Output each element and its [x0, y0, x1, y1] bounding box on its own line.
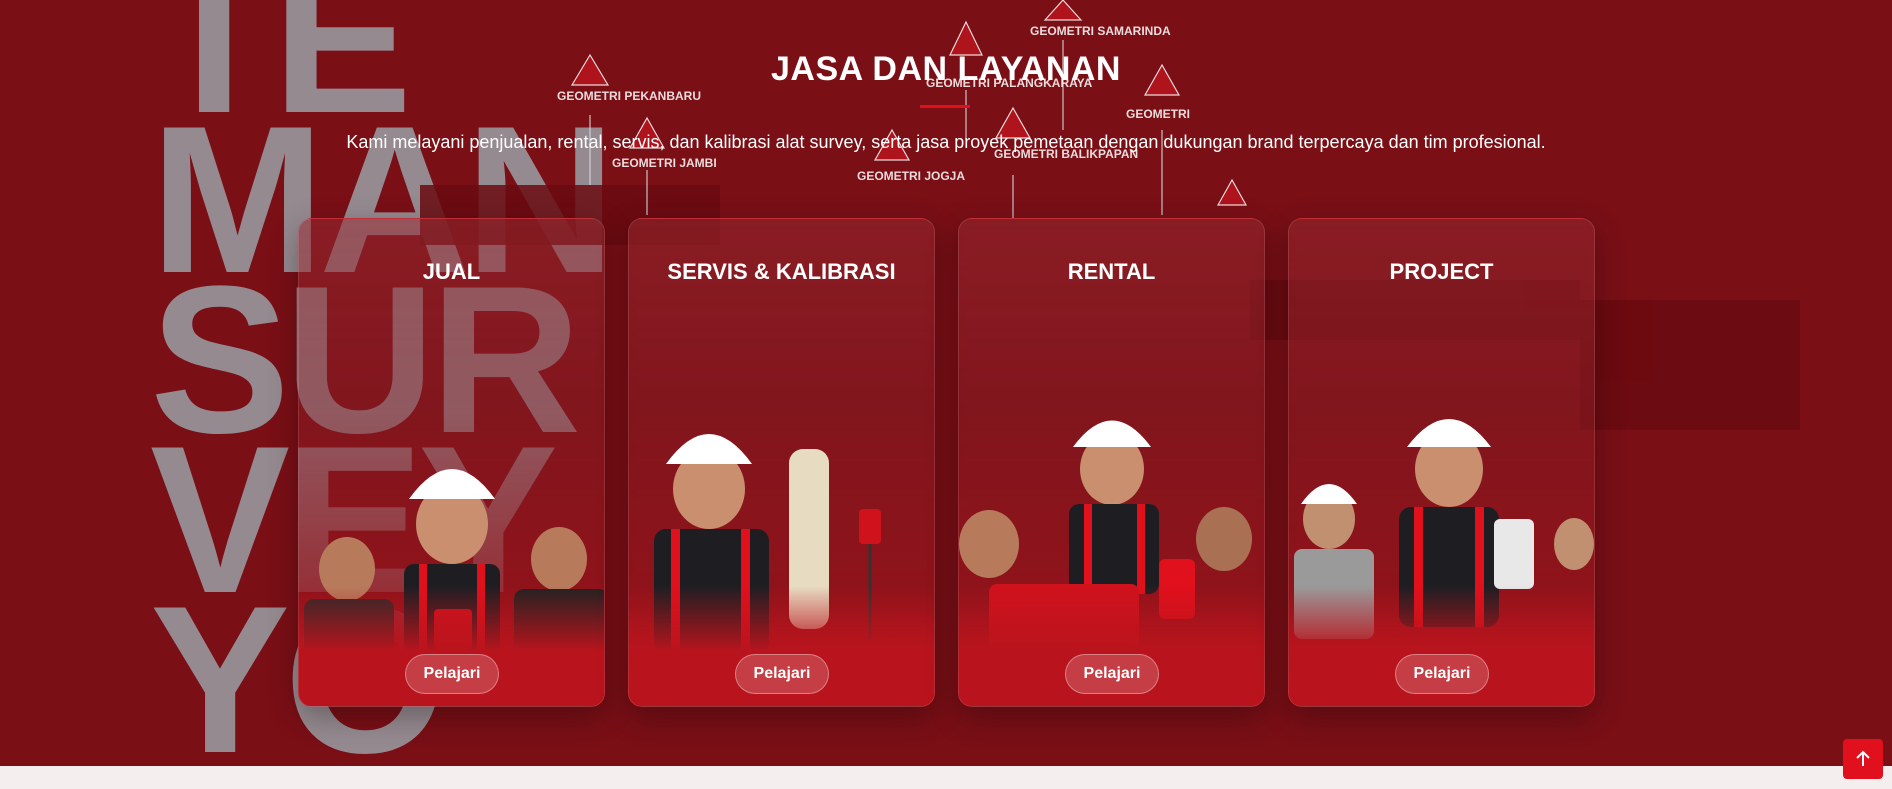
service-card-rental: RENTAL Pelajari: [958, 218, 1265, 707]
arrow-up-icon: [1856, 750, 1870, 766]
service-card-jual: JUAL Pelajari: [298, 218, 605, 707]
learn-more-button[interactable]: Pelajari: [405, 654, 499, 694]
learn-more-button[interactable]: Pelajari: [735, 654, 829, 694]
learn-more-button[interactable]: Pelajari: [1395, 654, 1489, 694]
map-pin-label: GEOMETRI PEKANBARU: [557, 89, 701, 103]
title-underline: [920, 105, 970, 108]
card-title: RENTAL: [1067, 259, 1156, 284]
background-map-illustration: GEOMETRI PEKANBARU GEOMETRI JAMBI GEOMET…: [420, 0, 1800, 430]
section-title: JASA DAN LAYANAN: [771, 50, 1121, 88]
service-card-servis-kalibrasi: SERVIS & KALIBRASI Pelajari: [628, 218, 935, 707]
map-pin-label: GEOMETRI JOGJA: [857, 169, 965, 183]
learn-more-button[interactable]: Pelajari: [1065, 654, 1159, 694]
card-title: JUAL: [422, 259, 481, 284]
card-title: SERVIS & KALIBRASI: [667, 259, 896, 284]
services-section: TE MAN SUR VEY YO: [0, 0, 1892, 766]
card-title: PROJECT: [1389, 259, 1494, 284]
map-pin-label: GEOMETRI JAMBI: [612, 156, 717, 170]
next-section-strip: [0, 766, 1892, 789]
service-card-project: PROJECT Pelajari: [1288, 218, 1595, 707]
section-subtitle: Kami melayani penjualan, rental, servis,…: [346, 132, 1546, 152]
scroll-to-top-button[interactable]: [1843, 739, 1883, 779]
map-pin-label: GEOMETRI SAMARINDA: [1030, 24, 1171, 38]
map-pin-label: GEOMETRI: [1126, 107, 1190, 121]
